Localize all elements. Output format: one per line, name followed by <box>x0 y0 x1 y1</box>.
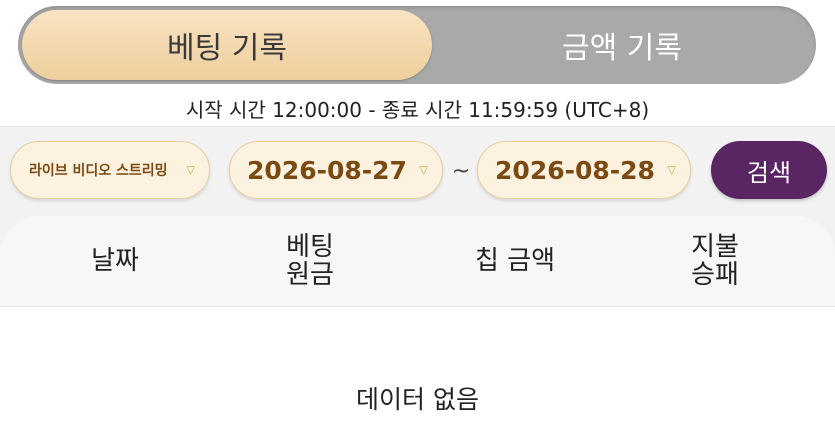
column-header-pay-line1: 지불 <box>691 232 739 262</box>
column-header-bet-line1: 베팅 <box>286 232 334 262</box>
filter-bar: 라이브 비디오 스트리밍 ▽ 2026-08-27 ▽ ~ 2026-08-28… <box>0 126 835 213</box>
date-range-separator: ~ <box>451 159 471 184</box>
end-date-value: 2026-08-28 <box>495 155 655 185</box>
chevron-down-icon: ▽ <box>186 163 195 177</box>
tab-bet-history[interactable]: 베팅 기록 <box>22 10 432 80</box>
column-header-bet-principal: 베팅 원금 <box>250 216 370 306</box>
column-header-chip-amount: 칩 금액 <box>435 216 595 306</box>
empty-state-message: 데이터 없음 <box>356 385 479 414</box>
column-header-pay-line2: 승패 <box>691 260 739 290</box>
chevron-down-icon: ▽ <box>419 163 428 177</box>
game-type-value: 라이브 비디오 스트리밍 <box>29 163 168 179</box>
chevron-down-icon: ▽ <box>667 163 676 177</box>
table-header-card: 날짜 베팅 원금 칩 금액 지불 승패 <box>0 216 835 307</box>
start-date-picker[interactable]: 2026-08-27 ▽ <box>229 141 443 199</box>
tab-amount-history[interactable]: 금액 기록 <box>432 10 812 80</box>
column-header-date-label: 날짜 <box>91 246 139 276</box>
time-range-label: 시작 시간 12:00:00 - 종료 시간 11:59:59 (UTC+8) <box>185 98 650 122</box>
column-header-bet-line2: 원금 <box>286 260 334 290</box>
start-date-value: 2026-08-27 <box>247 155 407 185</box>
history-tab-bar: 베팅 기록 금액 기록 <box>18 6 816 84</box>
table-header: 날짜 베팅 원금 칩 금액 지불 승패 <box>0 212 835 307</box>
search-button[interactable]: 검색 <box>711 141 827 199</box>
end-date-picker[interactable]: 2026-08-28 ▽ <box>477 141 691 199</box>
column-header-chip-label: 칩 금액 <box>474 246 556 276</box>
game-type-select[interactable]: 라이브 비디오 스트리밍 ▽ <box>10 141 210 199</box>
column-header-payout-result: 지불 승패 <box>650 216 780 306</box>
column-header-date: 날짜 <box>40 216 190 306</box>
